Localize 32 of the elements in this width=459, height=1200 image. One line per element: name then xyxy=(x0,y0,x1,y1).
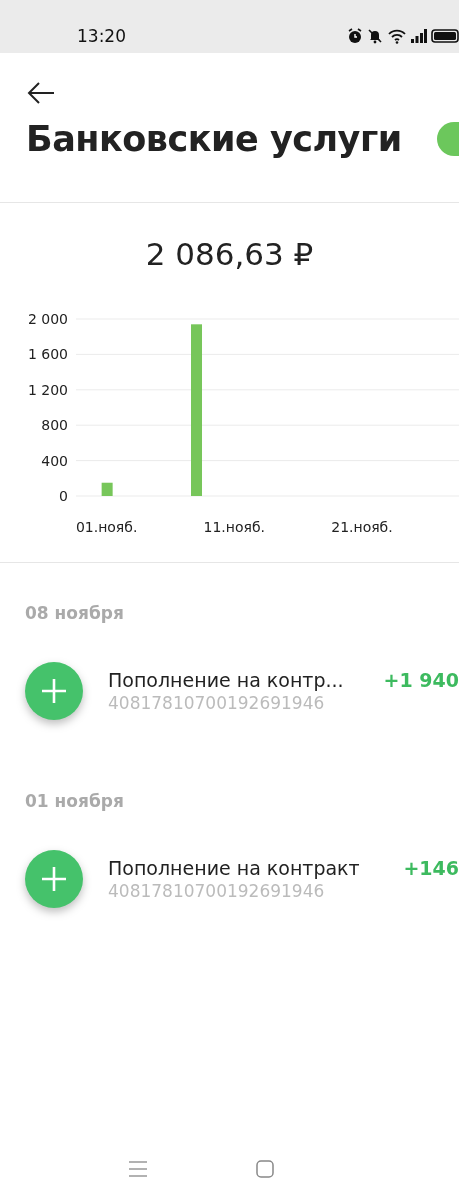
axis-label: 21.нояб. xyxy=(331,519,393,535)
muted-bell-icon xyxy=(367,28,383,44)
signal-icon xyxy=(411,29,427,43)
date-header: 08 ноября xyxy=(24,602,125,623)
axis-label: 0 xyxy=(59,488,68,504)
axis-label: 800 xyxy=(41,417,68,434)
axis-label: 1 600 xyxy=(27,346,68,363)
back-arrow-icon[interactable] xyxy=(26,81,56,105)
axis-label: 11.нояб. xyxy=(203,519,266,535)
chart-bar xyxy=(101,482,113,496)
axis-label: 1 200 xyxy=(27,381,68,398)
account-number: 40817810700192691946 xyxy=(108,693,326,713)
badge-icon xyxy=(437,122,459,156)
account-number: 40817810700192691946 xyxy=(108,881,326,901)
axis-label: 01.нояб. xyxy=(75,519,138,535)
alarm-icon xyxy=(347,28,363,44)
wifi-icon xyxy=(387,28,407,44)
axis-label: 400 xyxy=(41,452,68,469)
transaction-amount: +146 xyxy=(403,857,459,879)
menu-icon[interactable] xyxy=(128,1160,148,1178)
transaction-title[interactable]: Пополнение на контракт xyxy=(108,857,404,879)
transaction-title[interactable]: Пополнение на контр... xyxy=(108,669,384,691)
page-title: Банковские услуги xyxy=(26,119,402,159)
plus-icon xyxy=(24,661,84,721)
transaction-amount: +1 940 xyxy=(383,669,459,691)
home-icon[interactable] xyxy=(256,1160,274,1178)
axis-label: 2 000 xyxy=(27,311,68,327)
date-header: 01 ноября xyxy=(24,790,125,811)
plus-icon xyxy=(24,849,84,909)
battery-icon xyxy=(431,29,459,43)
status-time: 13:20 xyxy=(77,25,126,47)
total-amount: 2 086,63 ₽ xyxy=(144,236,315,272)
